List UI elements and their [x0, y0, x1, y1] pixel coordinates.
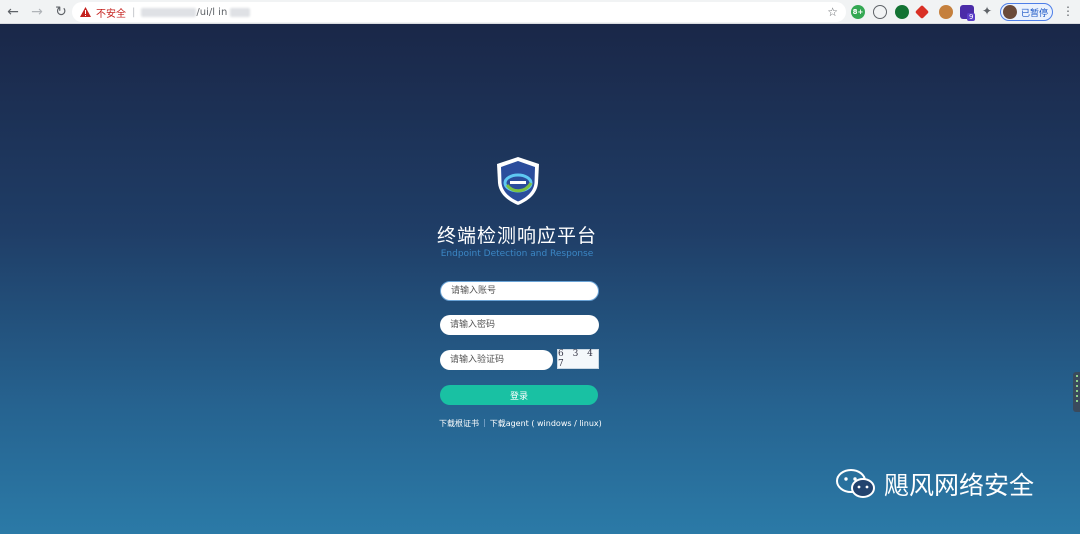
extension-badge: 9 — [967, 13, 976, 21]
forward-icon[interactable]: → — [26, 1, 48, 23]
reload-icon[interactable]: ↻ — [50, 1, 72, 23]
download-agent-link[interactable]: 下载agent ( windows / linux) — [490, 418, 602, 429]
back-icon[interactable]: ← — [2, 1, 24, 23]
brand-title: 终端检测响应平台 Endpoint Detection and Response — [437, 221, 597, 259]
extension-e-icon[interactable] — [939, 5, 953, 19]
watermark-text: 飓风网络安全 — [884, 471, 1035, 500]
shield-logo-icon — [497, 157, 539, 205]
address-bar[interactable]: 不安全 | /ui/l in ☆ — [72, 2, 846, 22]
extension-a-icon[interactable]: 8+ — [851, 5, 865, 19]
password-input[interactable] — [440, 315, 599, 335]
side-handle[interactable] — [1073, 372, 1080, 412]
security-status[interactable]: 不安全 — [96, 5, 126, 20]
wechat-icon — [836, 469, 875, 498]
login-button[interactable]: 登录 — [440, 385, 598, 405]
avatar — [1003, 5, 1017, 19]
watermark: 飓风网络安全 — [836, 466, 1034, 502]
extension-d-icon[interactable] — [914, 4, 930, 20]
puzzle-icon[interactable]: ✦ — [982, 4, 992, 18]
captcha-image[interactable]: 6 3 4 7 — [557, 349, 599, 369]
page-title: 终端检测响应平台 — [437, 225, 598, 247]
url-fragment: /ui/l in — [196, 6, 228, 18]
browser-toolbar: ← → ↻ 不安全 | /ui/l in ☆ 8+ 9 ✦ 已暂停 ⋮ — [0, 0, 1080, 24]
profile-label: 已暂停 — [1021, 8, 1049, 19]
login-page: 终端检测响应平台 Endpoint Detection and Response… — [0, 24, 1080, 534]
extension-c-icon[interactable] — [895, 5, 909, 19]
account-input[interactable] — [440, 281, 599, 301]
download-links: 下载根证书 | 下载agent ( windows / linux) — [439, 418, 602, 429]
menu-icon[interactable]: ⋮ — [1062, 4, 1074, 18]
redacted-host — [141, 7, 197, 17]
redacted-path — [230, 7, 251, 17]
warning-icon — [80, 6, 92, 18]
page-subtitle: Endpoint Detection and Response — [440, 249, 594, 259]
link-separator: | — [483, 418, 486, 427]
star-icon[interactable]: ☆ — [827, 5, 838, 19]
extension-b-icon[interactable] — [873, 5, 887, 19]
captcha-input[interactable] — [440, 350, 553, 370]
omnibox-separator: | — [132, 6, 136, 18]
download-cert-link[interactable]: 下载根证书 — [439, 418, 479, 429]
profile-button[interactable]: 已暂停 — [1000, 3, 1053, 21]
